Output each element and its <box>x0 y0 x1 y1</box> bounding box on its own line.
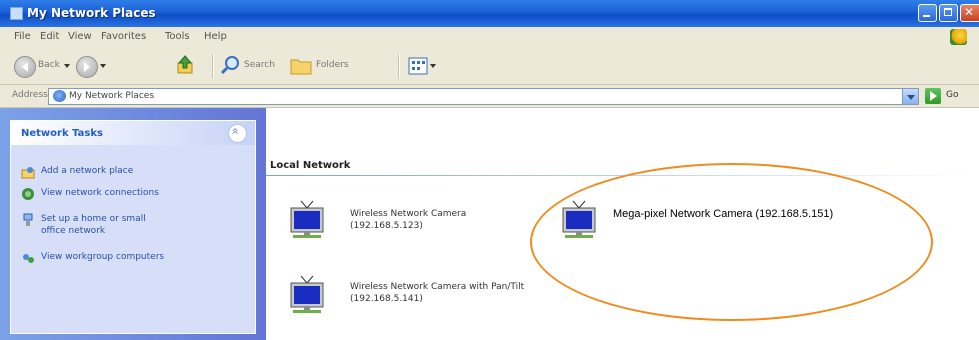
address-bar: Address My Network Places Go <box>0 85 979 108</box>
chevron-down-icon[interactable] <box>100 64 106 68</box>
menu-bar: File Edit View Favorites Tools Help <box>0 27 979 49</box>
chevron-down-icon[interactable] <box>430 64 436 68</box>
network-connections-icon <box>22 188 34 200</box>
menu-help[interactable]: Help <box>204 31 227 42</box>
network-camera-icon[interactable] <box>290 200 324 240</box>
chevron-down-icon[interactable] <box>64 64 70 68</box>
address-dropdown-button[interactable] <box>902 88 919 105</box>
title-bar: My Network Places <box>0 0 979 27</box>
group-divider <box>266 175 979 176</box>
menu-edit[interactable]: Edit <box>40 31 59 42</box>
task-label: View workgroup computers <box>41 252 165 262</box>
back-icon[interactable] <box>14 56 36 78</box>
toolbar-separator <box>212 54 214 78</box>
folders-label[interactable]: Folders <box>316 60 349 70</box>
forward-icon[interactable] <box>76 56 98 78</box>
group-header: Local Network <box>270 160 351 171</box>
address-input[interactable]: My Network Places <box>48 88 910 105</box>
network-places-icon <box>53 90 66 102</box>
task-pane: Network Tasks Add a network place View n… <box>0 108 266 340</box>
menu-file[interactable]: File <box>14 31 31 42</box>
task-label: Set up a home or small office network <box>41 214 146 236</box>
go-icon[interactable] <box>925 88 941 104</box>
search-label[interactable]: Search <box>244 60 275 70</box>
address-value: My Network Places <box>69 91 155 101</box>
main-content: Local Network Wireless Network Camera (1… <box>266 108 979 340</box>
network-camera-icon[interactable] <box>562 200 596 240</box>
back-label[interactable]: Back <box>38 60 60 70</box>
window-title: My Network Places <box>27 6 156 20</box>
toolbar: Back Search Folders <box>0 48 979 85</box>
toolbar-separator <box>398 54 400 78</box>
search-icon[interactable] <box>220 55 240 75</box>
network-camera-icon[interactable] <box>290 275 324 315</box>
folder-up-icon[interactable] <box>176 55 194 75</box>
go-label[interactable]: Go <box>946 90 958 100</box>
views-icon[interactable] <box>408 57 428 75</box>
menu-view[interactable]: View <box>68 31 92 42</box>
menu-favorites[interactable]: Favorites <box>101 31 146 42</box>
close-button[interactable] <box>960 4 979 22</box>
minimize-button[interactable] <box>918 4 937 22</box>
network-tasks-title: Network Tasks <box>21 128 103 139</box>
item-label[interactable]: Wireless Network Camera (192.168.5.123) <box>350 208 515 232</box>
maximize-button[interactable] <box>939 4 958 22</box>
menu-tools[interactable]: Tools <box>165 31 190 42</box>
network-places-icon <box>10 7 23 20</box>
windows-logo-icon <box>950 29 967 45</box>
address-label: Address <box>12 90 48 100</box>
collapse-icon[interactable] <box>228 124 247 143</box>
add-network-place-icon <box>21 167 35 179</box>
network-tasks-box: Network Tasks Add a network place View n… <box>10 120 256 334</box>
item-label[interactable]: Mega-pixel Network Camera (192.168.5.151… <box>613 208 923 220</box>
home-network-icon <box>23 213 33 226</box>
task-label: View network connections <box>41 188 159 198</box>
folders-icon[interactable] <box>290 57 312 75</box>
network-tasks-header[interactable]: Network Tasks <box>11 121 255 145</box>
workgroup-computers-icon <box>23 254 34 263</box>
item-label[interactable]: Wireless Network Camera with Pan/Tilt (1… <box>350 281 540 305</box>
task-label: Add a network place <box>41 166 134 176</box>
